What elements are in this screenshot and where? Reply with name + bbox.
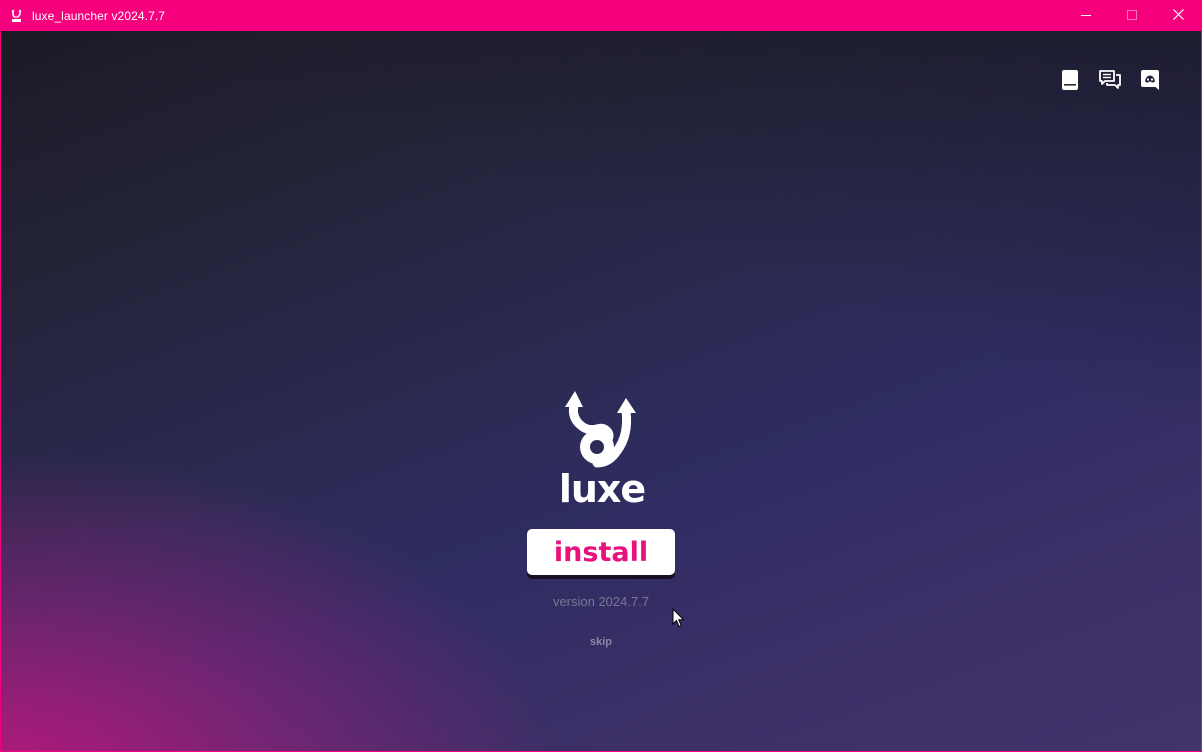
maximize-icon	[1127, 7, 1137, 25]
close-icon	[1172, 7, 1184, 25]
center-panel: luxe install version 2024.7.7 skip	[1, 389, 1201, 648]
top-right-links	[1059, 69, 1161, 96]
app-logo-icon	[10, 8, 24, 24]
title-bar[interactable]: luxe_launcher v2024.7.7	[1, 1, 1201, 31]
luxe-logo-icon	[559, 389, 643, 469]
chat-icon	[1099, 69, 1121, 95]
minimize-button[interactable]	[1063, 1, 1109, 31]
window-controls	[1063, 1, 1201, 31]
minimize-icon	[1081, 7, 1091, 25]
launcher-window: luxe_launcher v2024.7.7 luxe install ver…	[0, 0, 1202, 752]
launcher-content: luxe install version 2024.7.7 skip	[1, 31, 1201, 751]
mouse-pointer-icon	[672, 607, 685, 633]
discord-button[interactable]	[1139, 69, 1161, 96]
version-label: version 2024.7.7	[552, 594, 650, 609]
forum-button[interactable]	[1099, 69, 1121, 95]
window-title: luxe_launcher v2024.7.7	[32, 9, 166, 23]
luxe-wordmark: luxe	[558, 467, 646, 511]
skip-link[interactable]: skip	[590, 636, 612, 648]
close-button[interactable]	[1155, 1, 1201, 31]
install-button[interactable]: install	[527, 529, 675, 575]
book-icon	[1061, 69, 1079, 96]
discord-icon	[1140, 69, 1160, 96]
maximize-button[interactable]	[1109, 1, 1155, 31]
docs-button[interactable]	[1059, 69, 1081, 96]
